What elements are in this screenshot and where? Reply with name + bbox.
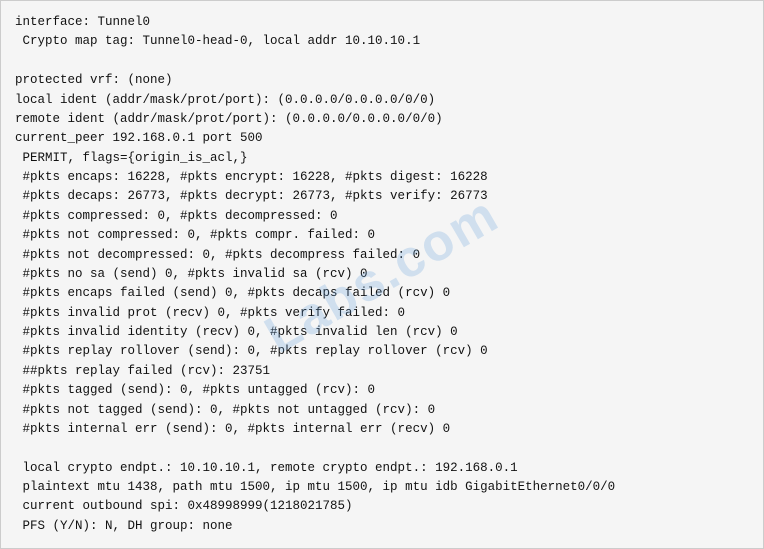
terminal-line: #pkts decaps: 26773, #pkts decrypt: 2677… <box>15 187 749 206</box>
terminal-window: interface: Tunnel0 Crypto map tag: Tunne… <box>0 0 764 549</box>
terminal-line: remote ident (addr/mask/prot/port): (0.0… <box>15 110 749 129</box>
terminal-line: local ident (addr/mask/prot/port): (0.0.… <box>15 91 749 110</box>
terminal-content: interface: Tunnel0 Crypto map tag: Tunne… <box>15 13 749 536</box>
terminal-line: #pkts compressed: 0, #pkts decompressed:… <box>15 207 749 226</box>
terminal-line: #pkts encaps failed (send) 0, #pkts deca… <box>15 284 749 303</box>
terminal-line: ##pkts replay failed (rcv): 23751 <box>15 362 749 381</box>
terminal-line: PFS (Y/N): N, DH group: none <box>15 517 749 536</box>
terminal-line: #pkts not decompressed: 0, #pkts decompr… <box>15 246 749 265</box>
terminal-line: PERMIT, flags={origin_is_acl,} <box>15 149 749 168</box>
terminal-line <box>15 52 749 71</box>
terminal-line: Crypto map tag: Tunnel0-head-0, local ad… <box>15 32 749 51</box>
terminal-line: protected vrf: (none) <box>15 71 749 90</box>
terminal-line: #pkts encaps: 16228, #pkts encrypt: 1622… <box>15 168 749 187</box>
terminal-line <box>15 439 749 458</box>
terminal-line: #pkts not tagged (send): 0, #pkts not un… <box>15 401 749 420</box>
terminal-line: #pkts invalid identity (recv) 0, #pkts i… <box>15 323 749 342</box>
terminal-line: #pkts no sa (send) 0, #pkts invalid sa (… <box>15 265 749 284</box>
terminal-line: interface: Tunnel0 <box>15 13 749 32</box>
terminal-line: #pkts internal err (send): 0, #pkts inte… <box>15 420 749 439</box>
terminal-line: local crypto endpt.: 10.10.10.1, remote … <box>15 459 749 478</box>
terminal-line: #pkts invalid prot (recv) 0, #pkts verif… <box>15 304 749 323</box>
terminal-line: current outbound spi: 0x48998999(1218021… <box>15 497 749 516</box>
terminal-line: plaintext mtu 1438, path mtu 1500, ip mt… <box>15 478 749 497</box>
terminal-line: #pkts tagged (send): 0, #pkts untagged (… <box>15 381 749 400</box>
terminal-line: #pkts not compressed: 0, #pkts compr. fa… <box>15 226 749 245</box>
terminal-line: #pkts replay rollover (send): 0, #pkts r… <box>15 342 749 361</box>
terminal-line: current_peer 192.168.0.1 port 500 <box>15 129 749 148</box>
